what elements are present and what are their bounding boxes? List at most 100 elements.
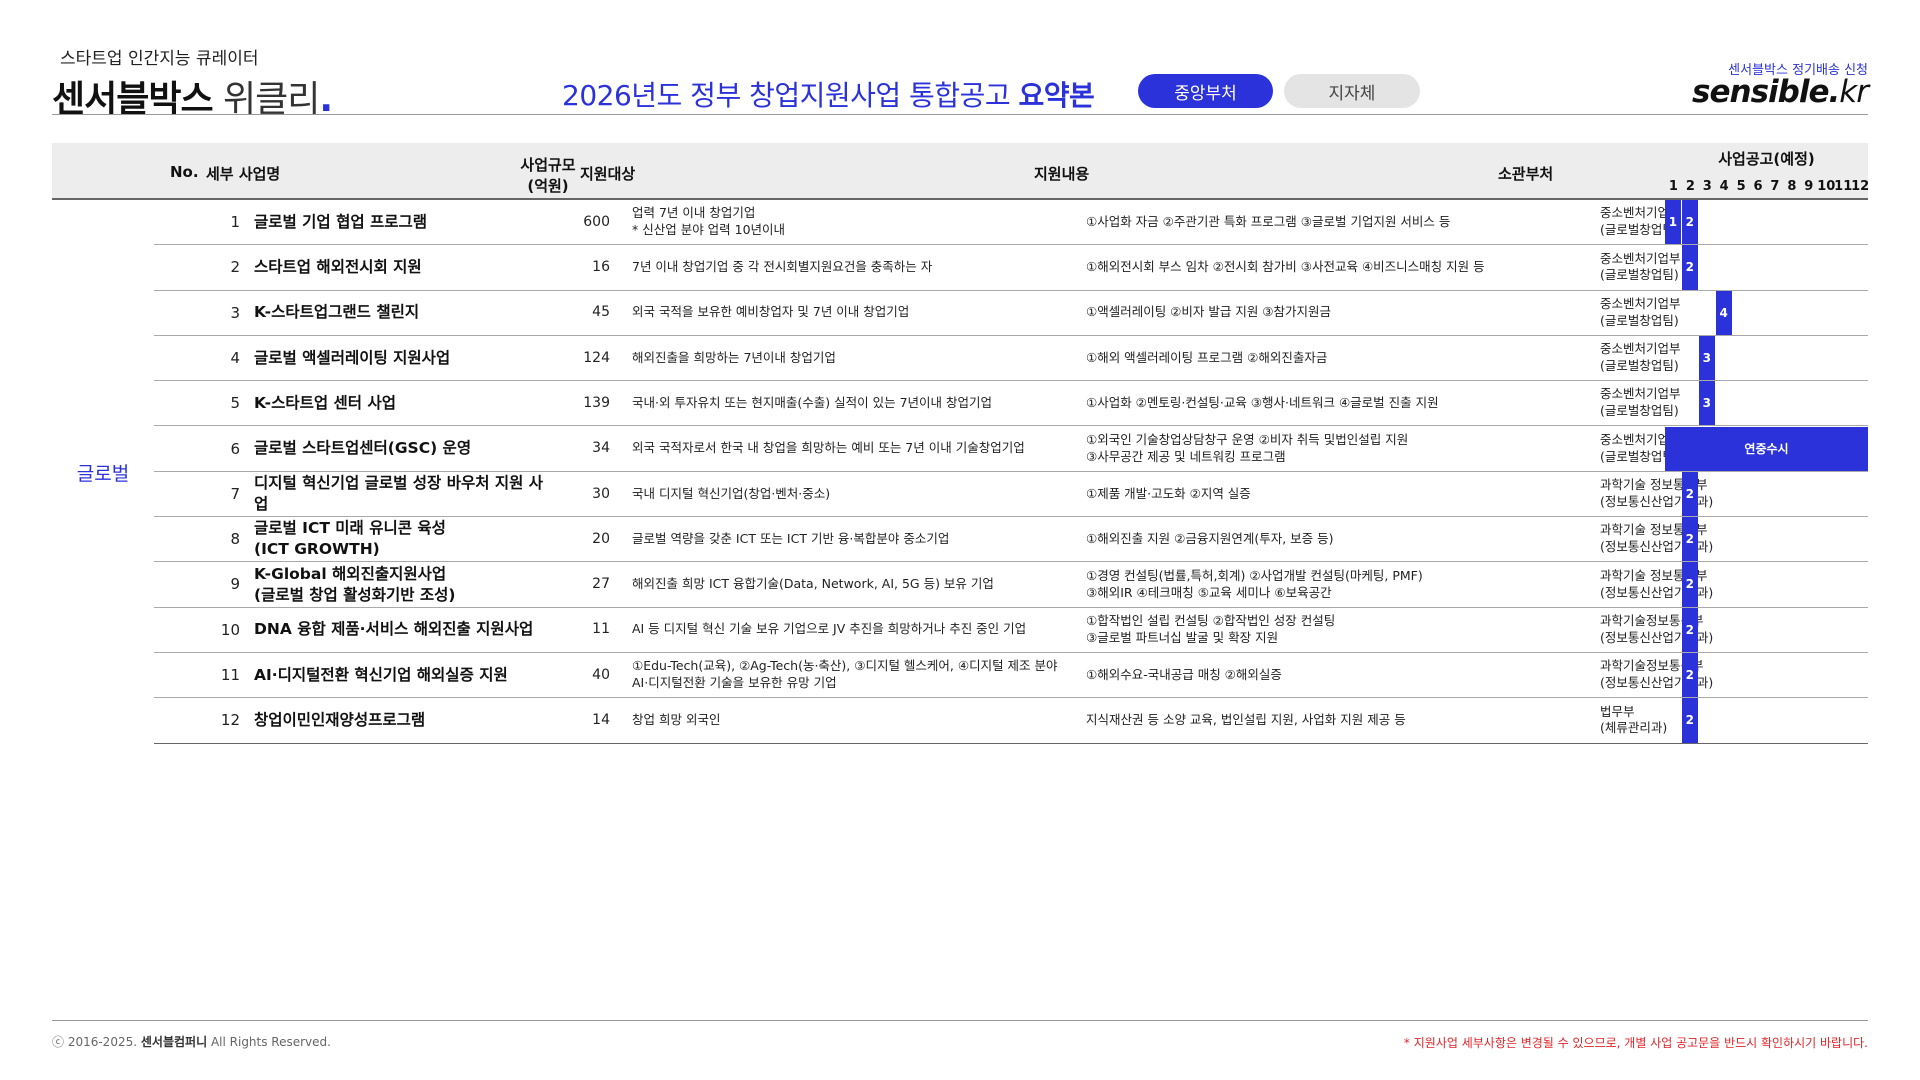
- month-tick: 8: [1787, 179, 1797, 194]
- table-row[interactable]: 4 글로벌 액셀러레이팅 지원사업 124 해외진출을 희망하는 7년이내 창업기업 ①…: [154, 335, 1868, 382]
- month-tick: 7: [1770, 179, 1780, 194]
- program-budget-text: 45: [592, 304, 610, 321]
- program-content-text: 지식재산권 등 소양 교육, 법인설립 지원, 사업화 지원 제공 등: [1086, 712, 1406, 727]
- row-number-text: 12: [220, 711, 240, 730]
- program-budget: 30: [544, 472, 610, 516]
- month-tick: 11: [1834, 179, 1853, 194]
- month-tick: 10: [1817, 179, 1836, 194]
- program-budget-text: 11: [592, 621, 610, 638]
- program-name: 디지털 혁신기업 글로벌 성장 바우처 지원 사업: [254, 472, 544, 516]
- schedule-bar: 2: [1681, 653, 1698, 698]
- program-target-text: 외국 국적을 보유한 예비창업자 및 7년 이내 창업기업: [632, 304, 910, 320]
- program-budget: 34: [544, 427, 610, 471]
- program-content: ①사업화 자금 ②주관기관 특화 프로그램 ③글로벌 기업지원 서비스 등: [1086, 200, 1531, 244]
- program-name-text: K-스타트업그랜드 챌린지: [254, 303, 420, 322]
- program-content-text: ①합작법인 설립 컨설팅 ②합작법인 성장 컨설팅 ③글로벌 파트너십 발굴 및…: [1086, 612, 1336, 645]
- tab-central-ministry[interactable]: 중앙부처: [1138, 74, 1273, 108]
- copyright: ⓒ 2016-2025. 센서블컴퍼니 All Rights Reserved.: [52, 1033, 331, 1050]
- program-budget-text: 27: [592, 576, 610, 593]
- schedule-cell: 3: [1665, 381, 1868, 426]
- program-name: 글로벌 액셀러레이팅 지원사업: [254, 336, 544, 380]
- program-target: 7년 이내 창업기업 중 각 전시회별지원요건을 충족하는 자: [632, 245, 1067, 289]
- program-target-text: 국내·외 투자유치 또는 현지매출(수출) 실적이 있는 7년이내 창업기업: [632, 394, 992, 410]
- table-row[interactable]: 3 K-스타트업그랜드 챌린지 45 외국 국적을 보유한 예비창업자 및 7년 이내…: [154, 290, 1868, 336]
- program-target-text: AI 등 디지털 혁신 기술 보유 기업으로 JV 추진을 희망하거나 추진 중…: [632, 621, 1027, 637]
- table-row[interactable]: 9 K-Global 해외진출지원사업 (글로벌 창업 활성화기반 조성) 27 해외…: [154, 562, 1868, 608]
- schedule-bar: 2: [1681, 200, 1698, 245]
- program-content: ①사업화 ②멘토링·컨설팅·교육 ③행사·네트워크 ④글로벌 진출 지원: [1086, 381, 1531, 425]
- program-budget-text: 20: [592, 530, 610, 547]
- row-number: 12: [154, 698, 246, 742]
- row-number: 4: [154, 336, 246, 380]
- table-row[interactable]: 1 글로벌 기업 협업 프로그램 600 업력 7년 이내 창업기업 * 신산업 분야…: [154, 200, 1868, 246]
- header-name: 세부 사업명: [206, 165, 281, 183]
- program-name-text: K-Global 해외진출지원사업 (글로벌 창업 활성화기반 조성): [254, 564, 456, 604]
- logo-main: sensible.: [1692, 74, 1840, 110]
- table-row[interactable]: 11 AI·디지털전환 혁신기업 해외실증 지원 40 ①Edu-Tech(교육), …: [154, 653, 1868, 699]
- program-content: ①해외 액셀러레이팅 프로그램 ②해외진출자금: [1086, 336, 1531, 380]
- month-tick: 4: [1719, 179, 1729, 194]
- table-row[interactable]: 12 창업이민인재양성프로그램 14 창업 희망 외국인 지식재산권 등 소양 교육, …: [154, 698, 1868, 744]
- month-tick: 2: [1685, 179, 1695, 194]
- table-row[interactable]: 5 K-스타트업 센터 사업 139 국내·외 투자유치 또는 현지매출(수출) 실적…: [154, 381, 1868, 427]
- program-target-text: 해외진출 희망 ICT 융합기술(Data, Network, AI, 5G 등…: [632, 576, 994, 592]
- program-content: ①해외전시회 부스 임차 ②전시회 참가비 ③사전교육 ④비즈니스매칭 지원 등: [1086, 245, 1531, 289]
- program-name-text: 글로벌 ICT 미래 유니콘 육성 (ICT GROWTH): [254, 519, 446, 559]
- table-row[interactable]: 10 DNA 융합 제품·서비스 해외진출 지원사업 11 AI 등 디지털 혁신 기…: [154, 607, 1868, 653]
- program-content: ①합작법인 설립 컨설팅 ②합작법인 성장 컨설팅 ③글로벌 파트너십 발굴 및…: [1086, 608, 1531, 652]
- schedule-cell: 3: [1665, 335, 1868, 381]
- schedule-cell: 4: [1665, 290, 1868, 335]
- row-number-text: 2: [230, 258, 240, 277]
- category-label: 글로벌: [76, 462, 130, 485]
- program-content: ①해외진출 지원 ②금융지원연계(투자, 보증 등): [1086, 517, 1531, 561]
- program-budget-text: 124: [583, 349, 610, 366]
- row-number-text: 5: [230, 394, 240, 413]
- program-content-text: ①제품 개발·고도화 ②지역 실증: [1086, 485, 1251, 501]
- schedule-cell: 연중수시: [1665, 426, 1868, 471]
- schedule-cell: 12: [1665, 200, 1868, 245]
- table-row[interactable]: 8 글로벌 ICT 미래 유니콘 육성 (ICT GROWTH) 20 글로벌 역량을…: [154, 517, 1868, 563]
- program-budget: 139: [544, 381, 610, 425]
- table-row[interactable]: 2 스타트업 해외전시회 지원 16 7년 이내 창업기업 중 각 전시회별지원요건을…: [154, 245, 1868, 291]
- month-tick: 6: [1753, 179, 1763, 194]
- row-number: 9: [154, 562, 246, 606]
- schedule-cell: 2: [1665, 245, 1868, 290]
- program-content: ①외국인 기술창업상담창구 운영 ②비자 취득 및법인설립 지원 ③사무공간 제…: [1086, 427, 1531, 471]
- program-name: 창업이민인재양성프로그램: [254, 698, 544, 742]
- program-budget-text: 16: [592, 259, 610, 275]
- schedule-bar: 2: [1681, 517, 1698, 562]
- tab-local-government[interactable]: 지자체: [1284, 74, 1420, 108]
- table-row[interactable]: 7 디지털 혁신기업 글로벌 성장 바우처 지원 사업 30 국내 디지털 혁신기업(…: [154, 471, 1868, 518]
- row-number-text: 11: [220, 666, 240, 685]
- brand-subtitle: 스타트업 인간지능 큐레이터: [60, 49, 259, 69]
- schedule-cell: 2: [1665, 517, 1868, 562]
- sensible-logo[interactable]: sensible.kr: [1692, 74, 1869, 110]
- schedule-cell: 2: [1665, 562, 1868, 607]
- schedule-bar: 2: [1681, 562, 1698, 607]
- header-content: 지원내용: [1034, 165, 1090, 183]
- program-target-text: 7년 이내 창업기업 중 각 전시회별지원요건을 충족하는 자: [632, 259, 933, 274]
- program-content: ①경영 컨설팅(법률,특허,회계) ②사업개발 컨설팅(마케팅, PMF) ③해…: [1086, 562, 1531, 606]
- rights-text: All Rights Reserved.: [210, 1035, 331, 1049]
- program-budget-text: 139: [583, 394, 610, 411]
- month-tick: 9: [1804, 179, 1814, 194]
- program-target: 글로벌 역량을 갖춘 ICT 또는 ICT 기반 융·복합분야 중소기업: [632, 517, 1067, 561]
- month-tick: 3: [1702, 179, 1712, 194]
- month-tick: 5: [1736, 179, 1746, 194]
- schedule-bar: 2: [1681, 471, 1698, 517]
- table-row[interactable]: 6 글로벌 스타트업센터(GSC) 운영 34 외국 국적자로서 한국 내 창업을 희…: [154, 426, 1868, 472]
- program-name-text: 디지털 혁신기업 글로벌 성장 바우처 지원 사업: [254, 474, 544, 513]
- schedule-bar: 3: [1698, 381, 1715, 426]
- footer-divider: [52, 1020, 1868, 1021]
- program-target: 외국 국적자로서 한국 내 창업을 희망하는 예비 또는 7년 이내 기술창업기…: [632, 427, 1067, 471]
- program-content: 지식재산권 등 소양 교육, 법인설립 지원, 사업화 지원 제공 등: [1086, 698, 1531, 742]
- program-content-text: ①사업화 자금 ②주관기관 특화 프로그램 ③글로벌 기업지원 서비스 등: [1086, 213, 1451, 229]
- program-name-text: 글로벌 기업 협업 프로그램: [254, 212, 428, 231]
- program-target: 외국 국적을 보유한 예비창업자 및 7년 이내 창업기업: [632, 291, 1067, 335]
- schedule-bar: 2: [1681, 698, 1698, 743]
- header-schedule: 사업공고(예정): [1718, 150, 1815, 168]
- row-number: 11: [154, 653, 246, 697]
- copyright-year: ⓒ 2016-2025.: [52, 1035, 138, 1049]
- program-budget-text: 34: [592, 440, 610, 457]
- company-name: 센서블컴퍼니: [140, 1035, 208, 1049]
